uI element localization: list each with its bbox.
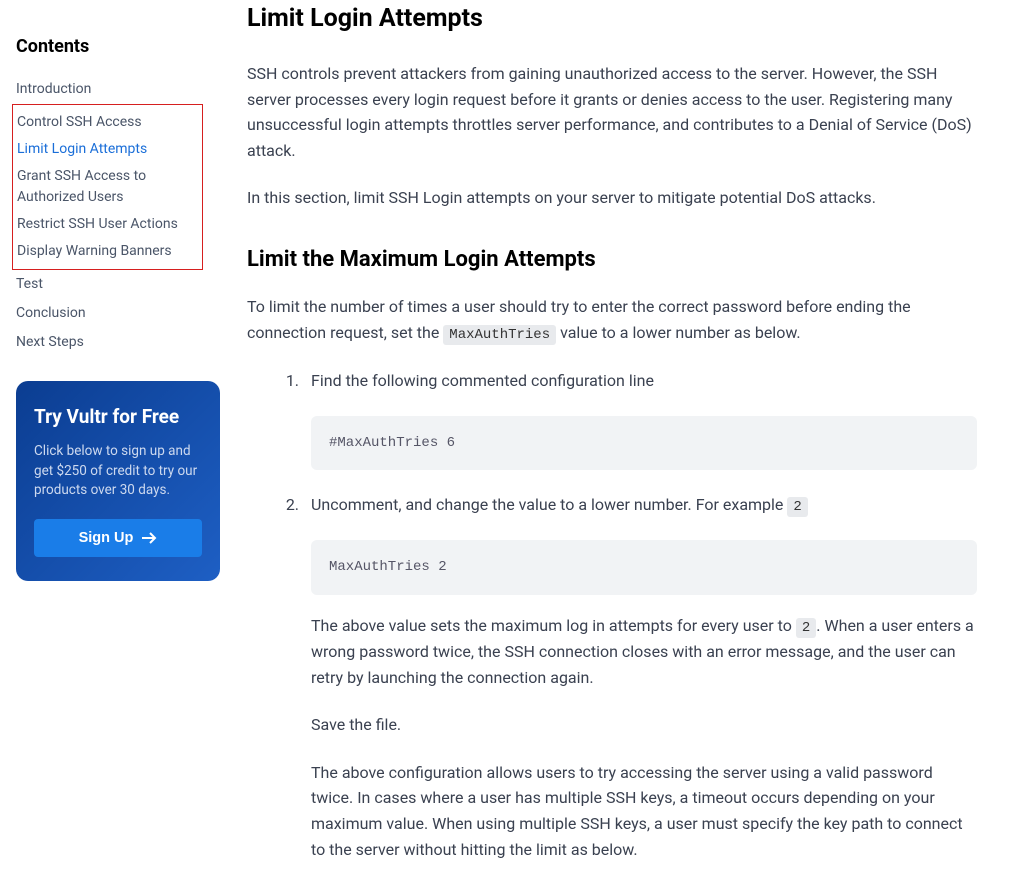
toc-grant-ssh[interactable]: Grant SSH Access to Authorized Users xyxy=(17,166,202,208)
promo-title: Try Vultr for Free xyxy=(34,405,202,428)
step-2-explanation: The above value sets the maximum log in … xyxy=(311,613,977,691)
step-2-save: Save the file. xyxy=(311,712,977,738)
intro-paragraph-1: SSH controls prevent attackers from gain… xyxy=(247,61,977,163)
toc-control-ssh[interactable]: Control SSH Access xyxy=(17,112,202,133)
promo-card: Try Vultr for Free Click below to sign u… xyxy=(16,381,220,581)
toc-introduction[interactable]: Introduction xyxy=(16,79,215,100)
toc-test[interactable]: Test xyxy=(16,274,215,295)
code-2-a: 2 xyxy=(787,497,807,517)
contents-title: Contents xyxy=(16,36,215,57)
toc-restrict-ssh[interactable]: Restrict SSH User Actions xyxy=(17,214,202,235)
intro-paragraph-2: In this section, limit SSH Login attempt… xyxy=(247,185,977,211)
article-main: Limit Login Attempts SSH controls preven… xyxy=(215,0,1005,884)
code-block-commented: #MaxAuthTries 6 xyxy=(311,416,977,470)
step-2: Uncomment, and change the value to a low… xyxy=(303,492,977,862)
code-block-uncommented: MaxAuthTries 2 xyxy=(311,540,977,594)
sidebar: Contents Introduction Control SSH Access… xyxy=(0,0,215,884)
step-1-text: Find the following commented configurati… xyxy=(311,368,977,394)
heading-limit-max: Limit the Maximum Login Attempts xyxy=(247,247,977,272)
step-2-summary: The above configuration allows users to … xyxy=(311,760,977,862)
toc-conclusion[interactable]: Conclusion xyxy=(16,303,215,324)
signup-button[interactable]: Sign Up xyxy=(34,519,202,557)
step-2-text: Uncomment, and change the value to a low… xyxy=(311,492,977,518)
arrow-right-icon xyxy=(141,532,157,544)
toc-limit-login[interactable]: Limit Login Attempts xyxy=(17,139,202,160)
promo-text: Click below to sign up and get $250 of c… xyxy=(34,442,202,501)
heading-limit-login: Limit Login Attempts xyxy=(247,4,977,33)
code-2-b: 2 xyxy=(796,618,816,638)
table-of-contents: Introduction xyxy=(16,75,215,104)
code-maxauthtries: MaxAuthTries xyxy=(443,325,556,345)
toc-next-steps[interactable]: Next Steps xyxy=(16,332,215,353)
step-1: Find the following commented configurati… xyxy=(303,368,977,470)
paragraph-maxauthtries: To limit the number of times a user shou… xyxy=(247,294,977,346)
toc-display-warning[interactable]: Display Warning Banners xyxy=(17,241,202,262)
toc-highlight-box: Control SSH Access Limit Login Attempts … xyxy=(12,104,203,270)
signup-button-label: Sign Up xyxy=(79,530,134,546)
steps-list: Find the following commented configurati… xyxy=(247,368,977,862)
